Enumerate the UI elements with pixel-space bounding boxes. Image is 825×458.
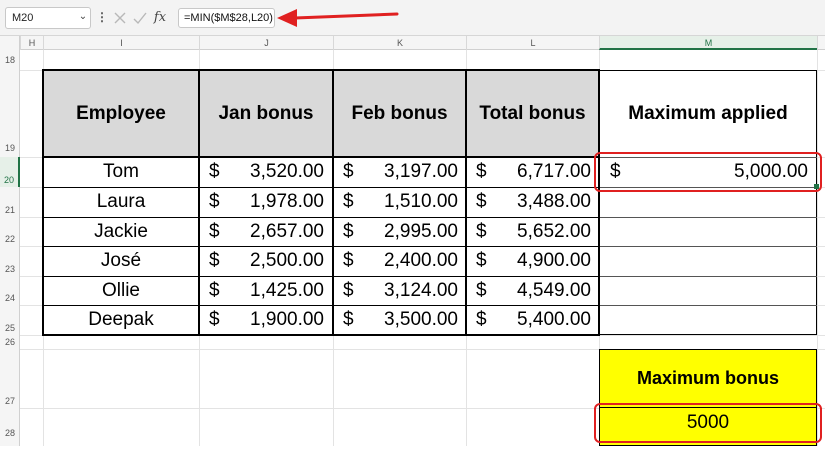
column-header-m[interactable]: M [599, 36, 817, 50]
table-border [332, 69, 334, 336]
row-header-25[interactable]: 25 [0, 305, 20, 335]
feb-bonus-value[interactable]: 3,124.00 [364, 276, 458, 305]
table-border [600, 217, 817, 218]
header-employee[interactable]: Employee [43, 70, 199, 157]
column-header-i[interactable]: I [43, 36, 199, 50]
highlight-box [594, 152, 822, 192]
header-jan-bonus[interactable]: Jan bonus [199, 70, 333, 157]
row-header-22[interactable]: 22 [0, 217, 20, 246]
table-border [600, 246, 817, 247]
table-border [43, 246, 599, 247]
feb-bonus-value[interactable]: 1,510.00 [364, 187, 458, 217]
currency-symbol: $ [343, 250, 354, 271]
column-header-k[interactable]: K [333, 36, 466, 50]
check-icon[interactable] [132, 10, 148, 26]
column-header-h[interactable]: H [20, 36, 43, 50]
table-border [600, 276, 817, 277]
currency-symbol: $ [343, 280, 354, 301]
table-border [43, 217, 599, 218]
row-header-18[interactable]: 18 [0, 50, 20, 70]
total-bonus-value[interactable]: 4,549.00 [497, 276, 591, 305]
employee-name[interactable]: Laura [43, 187, 199, 217]
total-bonus-value[interactable]: 4,900.00 [497, 246, 591, 276]
feb-bonus-value[interactable]: 2,995.00 [364, 217, 458, 246]
currency-symbol: $ [209, 250, 220, 271]
more-options-icon[interactable]: ⋮ [96, 7, 108, 27]
column-header-l[interactable]: L [466, 36, 599, 50]
cancel-icon[interactable] [112, 10, 128, 26]
currency-symbol: $ [476, 221, 487, 242]
header-feb-bonus[interactable]: Feb bonus [333, 70, 466, 157]
currency-symbol: $ [476, 280, 487, 301]
column-header-n[interactable] [817, 36, 825, 50]
currency-symbol: $ [476, 250, 487, 271]
jan-bonus-value[interactable]: 1,978.00 [230, 187, 324, 217]
employee-name[interactable]: Ollie [43, 276, 199, 305]
row-header-24[interactable]: 24 [0, 276, 20, 305]
jan-bonus-value[interactable]: 1,900.00 [230, 305, 324, 335]
feb-bonus-value[interactable]: 3,197.00 [364, 157, 458, 187]
maximum-bonus-label[interactable]: Maximum bonus [599, 349, 817, 408]
insert-function-icon[interactable]: fx [151, 7, 169, 29]
currency-symbol: $ [343, 221, 354, 242]
row-header-27[interactable]: 27 [0, 349, 20, 408]
formula-input[interactable]: =MIN($M$28,L20) [178, 8, 275, 28]
currency-symbol: $ [209, 280, 220, 301]
employee-name[interactable]: Jackie [43, 217, 199, 246]
table-border [465, 69, 467, 336]
table-border [43, 334, 599, 336]
currency-symbol: $ [343, 191, 354, 212]
feb-bonus-value[interactable]: 3,500.00 [364, 305, 458, 335]
table-border [198, 69, 200, 336]
employee-name[interactable]: Tom [43, 157, 199, 187]
table-border [43, 187, 599, 188]
row-header-20[interactable]: 20 [0, 157, 20, 187]
row-header-21[interactable]: 21 [0, 187, 20, 217]
currency-symbol: $ [343, 161, 354, 182]
currency-symbol: $ [476, 161, 487, 182]
table-border [43, 69, 599, 71]
gridline [817, 50, 818, 446]
total-bonus-value[interactable]: 5,652.00 [497, 217, 591, 246]
total-bonus-value[interactable]: 6,717.00 [497, 157, 591, 187]
highlight-box [594, 403, 822, 443]
employee-name[interactable]: Deepak [43, 305, 199, 335]
table-border [43, 156, 599, 158]
total-bonus-value[interactable]: 5,400.00 [497, 305, 591, 335]
table-border [42, 69, 44, 336]
table-border [43, 305, 599, 306]
currency-symbol: $ [343, 309, 354, 330]
currency-symbol: $ [209, 221, 220, 242]
employee-name[interactable]: José [43, 246, 199, 276]
jan-bonus-value[interactable]: 1,425.00 [230, 276, 324, 305]
row-header-28[interactable]: 28 [0, 408, 20, 446]
total-bonus-value[interactable]: 3,488.00 [497, 187, 591, 217]
row-header-26[interactable]: 26 [0, 335, 20, 349]
chevron-down-icon[interactable]: ⌄ [76, 7, 90, 27]
table-border [600, 305, 817, 306]
row-header-19[interactable]: 19 [0, 70, 20, 157]
table-border [43, 276, 599, 277]
feb-bonus-value[interactable]: 2,400.00 [364, 246, 458, 276]
select-all-corner[interactable] [0, 36, 20, 50]
jan-bonus-value[interactable]: 2,500.00 [230, 246, 324, 276]
row-header-23[interactable]: 23 [0, 246, 20, 276]
jan-bonus-value[interactable]: 2,657.00 [230, 217, 324, 246]
red-arrow-icon [277, 9, 399, 27]
currency-symbol: $ [209, 309, 220, 330]
column-header-j[interactable]: J [199, 36, 333, 50]
currency-symbol: $ [476, 191, 487, 212]
maximum-applied-border [599, 70, 817, 335]
header-total-bonus[interactable]: Total bonus [466, 70, 599, 157]
currency-symbol: $ [476, 309, 487, 330]
jan-bonus-value[interactable]: 3,520.00 [230, 157, 324, 187]
currency-symbol: $ [209, 191, 220, 212]
currency-symbol: $ [209, 161, 220, 182]
